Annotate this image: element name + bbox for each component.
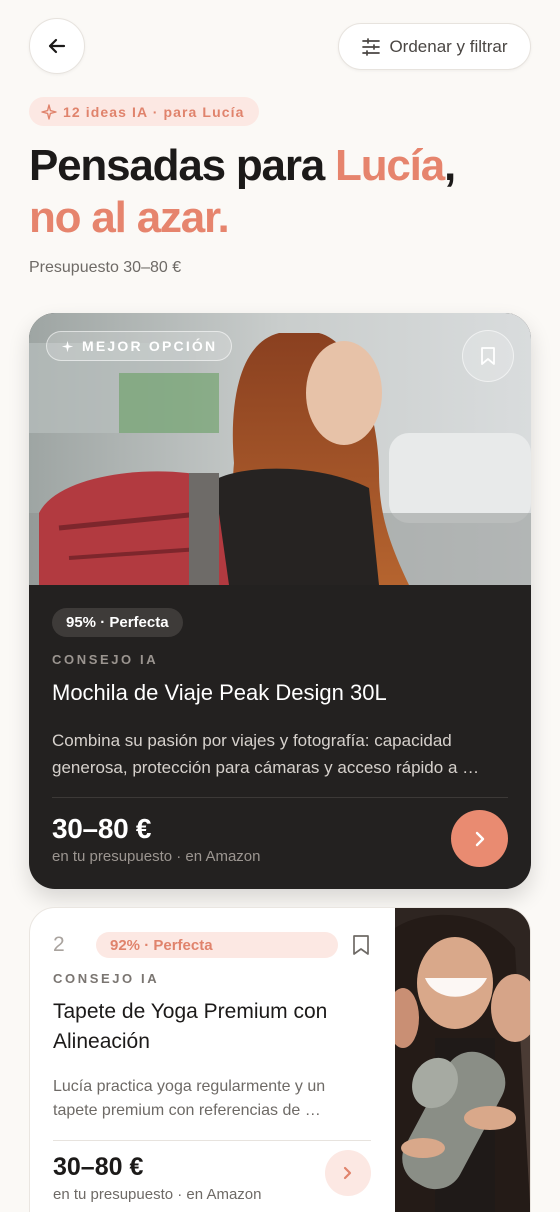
budget-text: Presupuesto 30–80 €: [29, 259, 182, 276]
sort-filter-label: Ordenar y filtrar: [389, 36, 508, 56]
product-description: Lucía practica yoga regularmente y un ta…: [53, 1078, 326, 1119]
ai-ideas-chip: 12 ideas IA · para Lucía: [29, 97, 259, 126]
headline-name: Lucía: [335, 141, 445, 190]
page-title: Pensadas para Lucía, no al azar.: [29, 140, 539, 244]
product-price: 30–80 €: [52, 813, 152, 844]
headline-comma: ,: [443, 141, 456, 190]
store-info: en tu presupuesto · en Amazon: [53, 1186, 262, 1203]
open-product-button[interactable]: [325, 1150, 371, 1196]
product-description: Combina su pasión por viajes y fotografí…: [52, 731, 480, 777]
headline-part2: no al azar.: [29, 193, 230, 242]
save-bookmark-button[interactable]: [462, 330, 514, 382]
sparkle-icon: [41, 103, 57, 120]
bookmark-icon[interactable]: [350, 934, 372, 956]
gift-card[interactable]: 2 92% · Perfecta CONSEJO IA Tapete de Yo…: [29, 907, 531, 1212]
ai-tip-label: CONSEJO IA: [53, 971, 160, 986]
sparkle-icon: [61, 340, 74, 352]
store-info: en tu presupuesto · en Amazon: [52, 848, 261, 865]
arrow-left-icon: [48, 38, 66, 54]
match-score-badge: 92% · Perfecta: [96, 932, 338, 958]
divider: [53, 1140, 371, 1141]
product-photo: [395, 908, 530, 1212]
bookmark-icon: [481, 347, 495, 365]
product-price: 30–80 €: [53, 1153, 144, 1181]
rank-number: 2: [53, 933, 65, 956]
chevron-right-icon: [343, 1166, 352, 1180]
gift-card-featured[interactable]: MEJOR OPCIÓN 95% · Perfecta CONSEJO IA M…: [29, 313, 531, 889]
match-score-badge: 95% · Perfecta: [52, 608, 183, 637]
product-title: Mochila de Viaje Peak Design 30L: [52, 680, 387, 705]
sliders-icon: [362, 37, 381, 56]
product-title: Tapete de Yoga Premium con Alineación: [53, 1000, 328, 1053]
back-button[interactable]: [29, 18, 85, 74]
gift-results-screen: Ordenar y filtrar 12 ideas IA · para Luc…: [0, 0, 560, 1212]
chevron-right-icon: [475, 831, 484, 846]
best-option-label: MEJOR OPCIÓN: [82, 338, 218, 354]
divider: [52, 797, 508, 798]
sort-filter-button[interactable]: Ordenar y filtrar: [338, 23, 531, 70]
ai-tip-label: CONSEJO IA: [52, 652, 159, 667]
open-product-button[interactable]: [451, 810, 508, 867]
ai-chip-label: 12 ideas IA · para Lucía: [63, 103, 245, 120]
best-option-badge: MEJOR OPCIÓN: [46, 331, 233, 361]
headline-part1: Pensadas para: [29, 141, 336, 190]
